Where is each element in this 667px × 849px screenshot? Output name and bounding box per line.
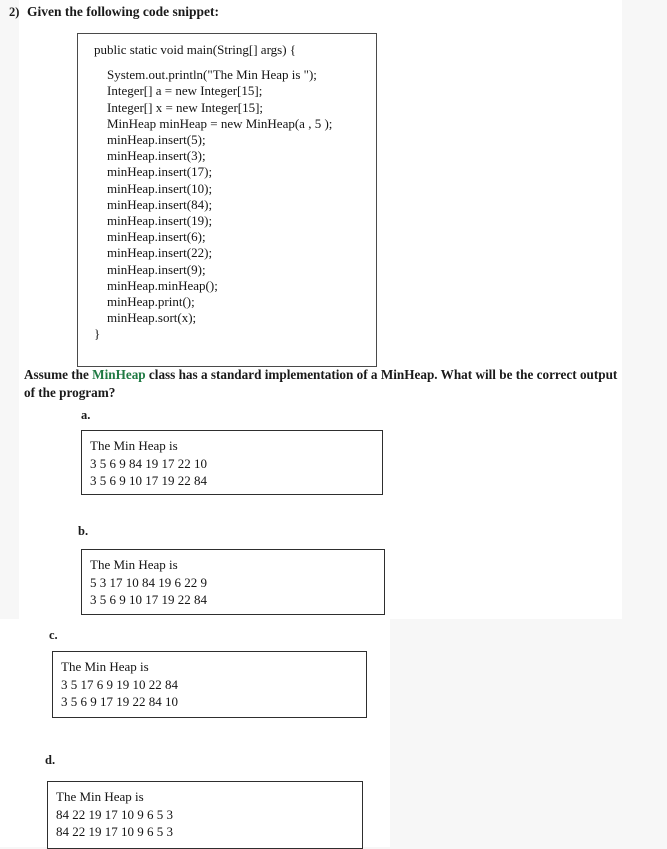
assume-text-before: Assume the [24,367,93,382]
question-content: 2) Given the following code snippet: pub… [0,0,667,849]
option-label-b: b. [78,524,89,538]
option-output-line: 84 22 19 17 10 9 6 5 3 [56,806,173,822]
option-output-line: 3 5 6 9 10 17 19 22 84 [90,473,207,488]
question-prompt: Given the following code snippet: [27,4,220,19]
code-line: minHeap.insert(22); [94,245,213,261]
code-line: minHeap.insert(5); [94,132,206,148]
code-line: minHeap.minHeap(); [94,277,218,293]
code-line: minHeap.insert(19); [94,213,213,229]
code-line: public static void main(String[] args) { [94,42,297,57]
code-line: minHeap.insert(9); [94,261,206,277]
code-line: Integer[] x = new Integer[15]; [94,99,264,115]
code-line: minHeap.insert(84); [94,196,213,212]
code-line: minHeap.insert(3); [94,148,206,164]
option-output-line: The Min Heap is [90,438,178,453]
option-text-c: The Min Heap is 3 5 17 6 9 19 10 22 84 3 5… [53,652,366,711]
option-output-line: 3 5 17 6 9 19 10 22 84 [61,676,178,692]
code-line: minHeap.insert(6); [94,229,206,245]
option-label-d: d. [45,753,56,767]
option-output-line: 3 5 6 9 84 19 17 22 10 [90,455,207,471]
question-number: 2) [9,5,20,19]
option-output-line: 84 22 19 17 10 9 6 5 3 [56,824,173,839]
option-output-line: 3 5 6 9 10 17 19 22 84 [90,592,207,607]
option-box-c[interactable]: The Min Heap is 3 5 17 6 9 19 10 22 84 3 5… [52,651,367,718]
code-line: MinHeap minHeap = new MinHeap(a , 5 ); [94,115,333,131]
code-line: minHeap.insert(10); [94,180,213,196]
option-output-line: 5 3 17 10 84 19 6 22 9 [90,574,207,590]
option-output-line: The Min Heap is [90,557,178,572]
option-output-line: The Min Heap is [56,789,144,804]
option-output-line: 3 5 6 9 17 19 22 84 10 [61,694,178,709]
code-line: minHeap.sort(x); [94,310,197,326]
code-line: } [94,326,101,342]
option-label-c: c. [49,628,58,642]
code-line: Integer[] a = new Integer[15]; [94,83,263,99]
minheap-class-name: MinHeap [92,367,146,382]
option-text-d: The Min Heap is 84 22 19 17 10 9 6 5 3 84 … [48,782,362,841]
code-line: System.out.println("The Min Heap is "); [94,67,317,83]
assume-statement: Assume the MinHeap class has a standard … [24,366,624,402]
option-box-a[interactable]: The Min Heap is 3 5 6 9 84 19 17 22 10 3 5… [81,430,383,495]
code-snippet-box: public static void main(String[] args) {… [77,33,377,367]
code-line: minHeap.insert(17); [94,164,213,180]
option-label-a: a. [81,408,91,422]
option-box-d[interactable]: The Min Heap is 84 22 19 17 10 9 6 5 3 84 … [47,781,363,849]
option-text-b: The Min Heap is 5 3 17 10 84 19 6 22 9 3 5… [82,550,384,609]
option-text-a: The Min Heap is 3 5 6 9 84 19 17 22 10 3 5… [82,431,382,490]
code-line: minHeap.print(); [94,294,195,310]
option-output-line: The Min Heap is [61,659,149,674]
code-snippet-text: public static void main(String[] args) {… [78,34,376,343]
option-box-b[interactable]: The Min Heap is 5 3 17 10 84 19 6 22 9 3 5… [81,549,385,615]
